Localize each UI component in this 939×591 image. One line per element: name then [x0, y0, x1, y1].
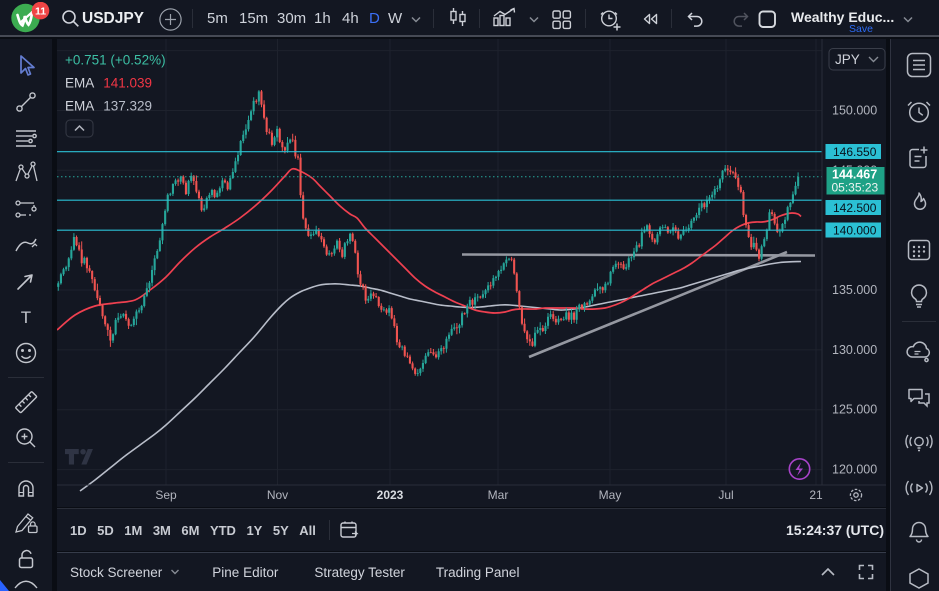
svg-text:135.000: 135.000	[832, 283, 877, 297]
svg-text:150.000: 150.000	[832, 103, 877, 117]
svg-text:Nov: Nov	[267, 488, 288, 502]
svg-text:142.500: 142.500	[833, 201, 877, 215]
svg-text:Mar: Mar	[488, 488, 509, 502]
svg-text:21: 21	[809, 488, 823, 502]
svg-text:EMA 137.329: EMA 137.329	[65, 99, 152, 114]
svg-text:120.000: 120.000	[832, 463, 877, 477]
svg-text:11: 11	[35, 5, 46, 17]
svg-text:05:35:23: 05:35:23	[832, 181, 879, 195]
svg-text:140.000: 140.000	[833, 224, 877, 238]
svg-text:EMA 141.039: EMA 141.039	[65, 76, 152, 91]
svg-text:Sep: Sep	[155, 488, 177, 502]
svg-text:+0.751 (+0.52%): +0.751 (+0.52%)	[65, 53, 166, 68]
svg-text:Jul: Jul	[718, 488, 733, 502]
svg-text:130.000: 130.000	[832, 343, 877, 357]
svg-text:125.000: 125.000	[832, 403, 877, 417]
svg-text:JPY: JPY	[835, 52, 860, 67]
svg-text:146.550: 146.550	[833, 145, 877, 159]
svg-text:144.467: 144.467	[832, 168, 877, 182]
svg-text:May: May	[599, 488, 622, 502]
svg-text:T: T	[21, 308, 31, 327]
svg-text:2023: 2023	[377, 488, 404, 502]
